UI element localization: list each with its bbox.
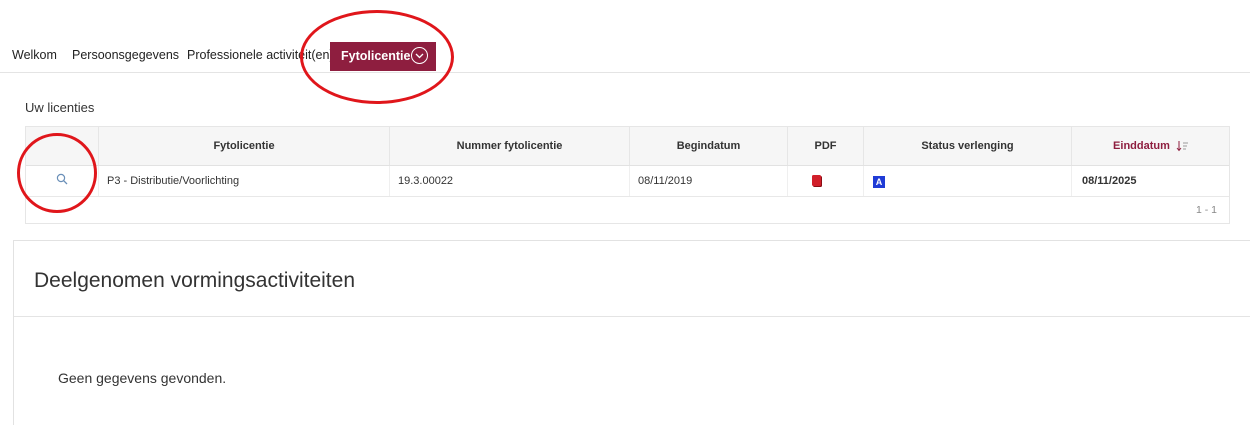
tab-divider xyxy=(0,72,1250,73)
table-header: Fytolicentie Nummer fytolicentie Beginda… xyxy=(26,127,1229,166)
header-einddatum[interactable]: Einddatum xyxy=(1071,127,1231,165)
training-title: Deelgenomen vormingsactiviteiten xyxy=(34,269,355,292)
sort-desc-icon[interactable] xyxy=(1176,140,1190,152)
header-status-verlenging[interactable]: Status verlenging xyxy=(863,127,1071,165)
training-divider xyxy=(14,316,1250,317)
tab-professionele-activiteiten[interactable]: Professionele activiteit(en) xyxy=(187,48,334,62)
chevron-down-icon[interactable] xyxy=(411,47,428,64)
status-badge: A xyxy=(873,176,885,188)
header-fytolicentie[interactable]: Fytolicentie xyxy=(98,127,389,165)
cell-status-verlenging: A xyxy=(863,166,1071,196)
tab-bar: Welkom Persoonsgegevens Professionele ac… xyxy=(0,40,1250,76)
view-detail-button[interactable] xyxy=(26,166,98,196)
table-row[interactable]: P3 - Distributie/Voorlichting 19.3.00022… xyxy=(26,166,1229,197)
cell-begindatum: 08/11/2019 xyxy=(629,166,787,196)
section-title-licenses: Uw licenties xyxy=(25,100,95,115)
cell-einddatum: 08/11/2025 xyxy=(1071,166,1231,196)
header-einddatum-label: Einddatum xyxy=(1113,140,1170,152)
header-begindatum[interactable]: Begindatum xyxy=(629,127,787,165)
training-card: Deelgenomen vormingsactiviteiten Geen ge… xyxy=(13,240,1250,425)
header-pdf[interactable]: PDF xyxy=(787,127,863,165)
tab-persoonsgegevens[interactable]: Persoonsgegevens xyxy=(72,48,179,62)
header-action xyxy=(26,127,98,165)
cell-fytolicentie: P3 - Distributie/Voorlichting xyxy=(98,166,389,196)
search-icon[interactable] xyxy=(56,173,68,185)
pdf-icon[interactable] xyxy=(812,175,821,186)
header-nummer[interactable]: Nummer fytolicentie xyxy=(389,127,629,165)
tab-fytolicentie-label: Fytolicentie xyxy=(341,49,411,63)
tab-fytolicentie[interactable]: Fytolicentie xyxy=(330,42,436,71)
pagination-info: 1 - 1 xyxy=(1195,204,1217,216)
training-empty-message: Geen gegevens gevonden. xyxy=(58,370,227,386)
cell-nummer: 19.3.00022 xyxy=(389,166,629,196)
cell-pdf xyxy=(787,166,863,196)
licenses-table: Fytolicentie Nummer fytolicentie Beginda… xyxy=(25,126,1230,224)
tab-welkom[interactable]: Welkom xyxy=(12,48,57,62)
